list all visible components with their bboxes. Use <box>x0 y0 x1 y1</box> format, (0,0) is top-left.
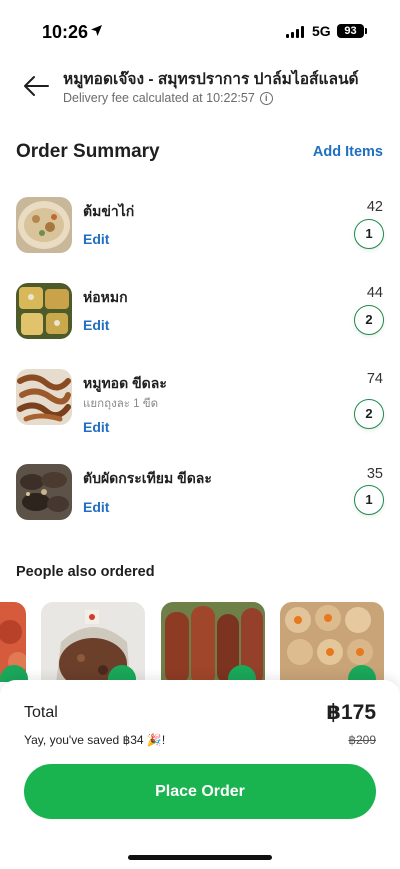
delivery-fee-note: Delivery fee calculated at 10:22:57 i <box>63 91 273 105</box>
quantity-badge[interactable]: 2 <box>354 305 384 335</box>
battery-nub <box>365 28 367 34</box>
original-price: ฿209 <box>348 733 376 747</box>
item-price: 44 <box>366 285 383 301</box>
savings-text: Yay, you've saved ฿34 🎉! <box>24 733 166 747</box>
signal-icon <box>286 26 304 38</box>
item-thumbnail <box>16 283 72 339</box>
quantity-badge[interactable]: 1 <box>354 485 384 515</box>
item-name: หมูทอด ขีดละ <box>83 375 167 391</box>
battery-icon: 93 <box>337 24 364 38</box>
order-item: ต้มข่าไก่ Edit 42 1 <box>16 197 384 259</box>
status-bar: 10:26 5G 93 <box>0 0 400 54</box>
add-items-button[interactable]: Add Items <box>313 144 383 160</box>
edit-item-button[interactable]: Edit <box>83 317 109 333</box>
order-summary-title: Order Summary <box>16 141 160 162</box>
item-thumbnail <box>16 464 72 520</box>
item-price: 74 <box>366 371 383 387</box>
order-item: หมูทอด ขีดละ แยกถุงละ 1 ขีด Edit 74 2 <box>16 369 384 435</box>
delivery-fee-text: Delivery fee calculated at 10:22:57 <box>63 91 255 105</box>
location-arrow-icon <box>91 25 102 36</box>
edit-item-button[interactable]: Edit <box>83 231 109 247</box>
edit-item-button[interactable]: Edit <box>83 499 109 515</box>
item-price: 35 <box>366 466 383 482</box>
home-indicator <box>128 855 272 860</box>
item-price: 42 <box>366 199 383 215</box>
total-label: Total <box>24 704 58 721</box>
edit-item-button[interactable]: Edit <box>83 419 109 435</box>
total-value: ฿175 <box>326 701 376 724</box>
item-thumbnail <box>16 197 72 253</box>
info-icon[interactable]: i <box>259 91 273 105</box>
network-type: 5G <box>312 23 331 39</box>
item-note: แยกถุงละ 1 ขีด <box>83 398 159 410</box>
item-name: ต้มข่าไก่ <box>83 203 135 219</box>
status-time: 10:26 <box>42 22 89 42</box>
order-item: ห่อหมก Edit 44 2 <box>16 283 384 345</box>
order-item: ตับผัดกระเทียม ขีดละ Edit 35 1 <box>16 464 384 526</box>
item-name: ตับผัดกระเทียม ขีดละ <box>83 470 212 486</box>
people-also-ordered-title: People also ordered <box>16 564 155 580</box>
back-arrow-icon[interactable] <box>22 74 50 98</box>
quantity-badge[interactable]: 2 <box>354 399 384 429</box>
recommendation-carousel[interactable] <box>0 602 400 682</box>
item-name: ห่อหมก <box>83 289 128 305</box>
quantity-badge[interactable]: 1 <box>354 219 384 249</box>
store-title: หมูทอดเจ๊จง - สมุทรปราการ ปาล์มไอส์แลนด์ <box>63 71 359 88</box>
item-thumbnail <box>16 369 72 425</box>
place-order-button[interactable]: Place Order <box>24 764 376 819</box>
order-total-panel: Total ฿175 Yay, you've saved ฿34 🎉! ฿209… <box>0 680 400 869</box>
